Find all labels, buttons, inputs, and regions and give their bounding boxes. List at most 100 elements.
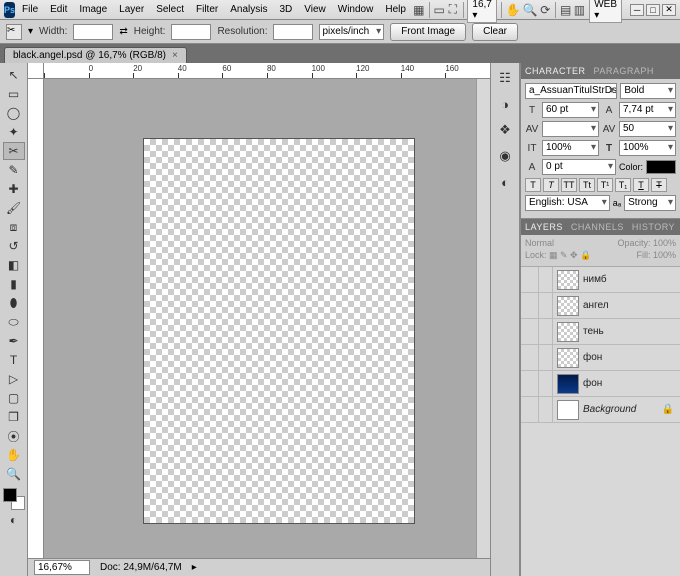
arrange-docs-icon[interactable]: ▭: [433, 1, 445, 19]
visibility-icon[interactable]: [521, 345, 539, 371]
visibility-icon[interactable]: [521, 293, 539, 319]
vertical-scale-input[interactable]: 100%: [542, 140, 599, 156]
layer-name[interactable]: фон: [583, 378, 602, 389]
opacity-input[interactable]: 100%: [653, 238, 676, 248]
resolution-input[interactable]: [273, 24, 313, 40]
stamp-tool[interactable]: ⧈: [3, 218, 25, 236]
faux-italic-button[interactable]: T: [543, 178, 559, 192]
visibility-icon[interactable]: [521, 319, 539, 345]
width-input[interactable]: [73, 24, 113, 40]
layer-thumbnail[interactable]: [557, 348, 579, 368]
history-panel-icon[interactable]: ☷: [496, 69, 514, 87]
hand-tool[interactable]: ✋: [3, 446, 25, 464]
link-cell[interactable]: [539, 397, 553, 423]
menu-filter[interactable]: Filter: [191, 2, 223, 17]
layer-row[interactable]: нимб: [521, 267, 680, 293]
ruler-horizontal[interactable]: [44, 63, 490, 79]
faux-bold-button[interactable]: T: [525, 178, 541, 192]
tab-character[interactable]: CHARACTER: [525, 66, 586, 76]
workspace-switcher[interactable]: WEB ▾: [589, 0, 622, 23]
hand-icon[interactable]: ✋: [506, 1, 521, 19]
height-input[interactable]: [171, 24, 211, 40]
language-select[interactable]: English: USA: [525, 195, 610, 211]
crop-tool-icon[interactable]: ✂: [6, 24, 22, 40]
status-arrow-icon[interactable]: ▸: [192, 562, 197, 573]
link-cell[interactable]: [539, 267, 553, 293]
layer-name[interactable]: тень: [583, 326, 604, 337]
link-cell[interactable]: [539, 345, 553, 371]
menu-window[interactable]: Window: [333, 2, 379, 17]
menu-help[interactable]: Help: [380, 2, 411, 17]
layer-name[interactable]: фон: [583, 352, 602, 363]
blend-mode-select[interactable]: Normal: [525, 238, 585, 248]
layer-name[interactable]: ангел: [583, 300, 609, 311]
blur-tool[interactable]: ⬮: [3, 294, 25, 312]
menu-image[interactable]: Image: [74, 2, 112, 17]
smallcaps-button[interactable]: Tt: [579, 178, 595, 192]
quick-mask-tool[interactable]: ◐: [3, 511, 25, 529]
layer-thumbnail[interactable]: [557, 270, 579, 290]
layer-row[interactable]: Background 🔒: [521, 397, 680, 423]
guides-icon[interactable]: ▥: [574, 1, 586, 19]
tab-channels[interactable]: CHANNELS: [571, 222, 624, 232]
underline-button[interactable]: T: [633, 178, 649, 192]
3d-camera-tool[interactable]: ⦿: [3, 427, 25, 445]
clear-button[interactable]: Clear: [472, 23, 518, 41]
antialias-select[interactable]: Strong: [624, 195, 676, 211]
layer-row[interactable]: фон: [521, 371, 680, 397]
zoom-status[interactable]: 16,67%: [34, 560, 90, 575]
styles-panel-icon[interactable]: ◉: [496, 147, 514, 165]
superscript-button[interactable]: T¹: [597, 178, 613, 192]
history-brush-tool[interactable]: ↺: [3, 237, 25, 255]
font-size-input[interactable]: 60 pt: [542, 102, 599, 118]
type-tool[interactable]: T: [3, 351, 25, 369]
swatches-panel-icon[interactable]: ❖: [496, 121, 514, 139]
link-cell[interactable]: [539, 371, 553, 397]
menu-analysis[interactable]: Analysis: [225, 2, 272, 17]
leading-input[interactable]: 7,74 pt: [619, 102, 676, 118]
layer-thumbnail[interactable]: [557, 296, 579, 316]
menu-3d[interactable]: 3D: [274, 2, 297, 17]
menu-layer[interactable]: Layer: [114, 2, 149, 17]
fill-input[interactable]: 100%: [653, 250, 676, 260]
canvas-area[interactable]: [44, 79, 490, 558]
shape-tool[interactable]: ▢: [3, 389, 25, 407]
screen-mode-icon[interactable]: ⛶: [447, 1, 459, 19]
swap-wh-icon[interactable]: ⇄: [119, 26, 127, 37]
rotate-view-icon[interactable]: ⟳: [539, 1, 551, 19]
layer-name[interactable]: нимб: [583, 274, 607, 285]
layer-row[interactable]: тень: [521, 319, 680, 345]
gradient-tool[interactable]: ▮: [3, 275, 25, 293]
subscript-button[interactable]: T₁: [615, 178, 631, 192]
visibility-icon[interactable]: [521, 397, 539, 423]
font-style-select[interactable]: Bold: [620, 83, 676, 99]
launch-bridge-icon[interactable]: ▦: [413, 1, 425, 19]
adjustments-panel-icon[interactable]: ◐: [496, 173, 514, 191]
menu-edit[interactable]: Edit: [45, 2, 72, 17]
front-image-button[interactable]: Front Image: [390, 23, 466, 41]
menu-select[interactable]: Select: [151, 2, 189, 17]
healing-tool[interactable]: ✚: [3, 180, 25, 198]
eraser-tool[interactable]: ◧: [3, 256, 25, 274]
close-tab-icon[interactable]: ×: [172, 50, 178, 61]
brush-tool[interactable]: 🖌: [3, 199, 25, 217]
visibility-icon[interactable]: [521, 267, 539, 293]
view-extras-icon[interactable]: ▤: [560, 1, 572, 19]
eyedropper-tool[interactable]: ✎: [3, 161, 25, 179]
kerning-input[interactable]: [542, 121, 599, 137]
baseline-input[interactable]: 0 pt: [542, 159, 616, 175]
pen-tool[interactable]: ✒: [3, 332, 25, 350]
tab-paragraph[interactable]: PARAGRAPH: [594, 66, 654, 76]
document-tab[interactable]: black.angel.psd @ 16,7% (RGB/8) ×: [4, 47, 187, 63]
zoom-level-input[interactable]: 16,7 ▾: [467, 0, 496, 23]
link-cell[interactable]: [539, 293, 553, 319]
path-select-tool[interactable]: ▷: [3, 370, 25, 388]
window-close-button[interactable]: ✕: [662, 4, 676, 16]
color-swatches[interactable]: [3, 488, 25, 510]
resolution-unit-select[interactable]: pixels/inch: [319, 24, 384, 40]
link-cell[interactable]: [539, 319, 553, 345]
3d-tool[interactable]: ❐: [3, 408, 25, 426]
zoom-tool[interactable]: 🔍: [3, 465, 25, 483]
layer-row[interactable]: фон: [521, 345, 680, 371]
window-minimize-button[interactable]: ─: [630, 4, 644, 16]
